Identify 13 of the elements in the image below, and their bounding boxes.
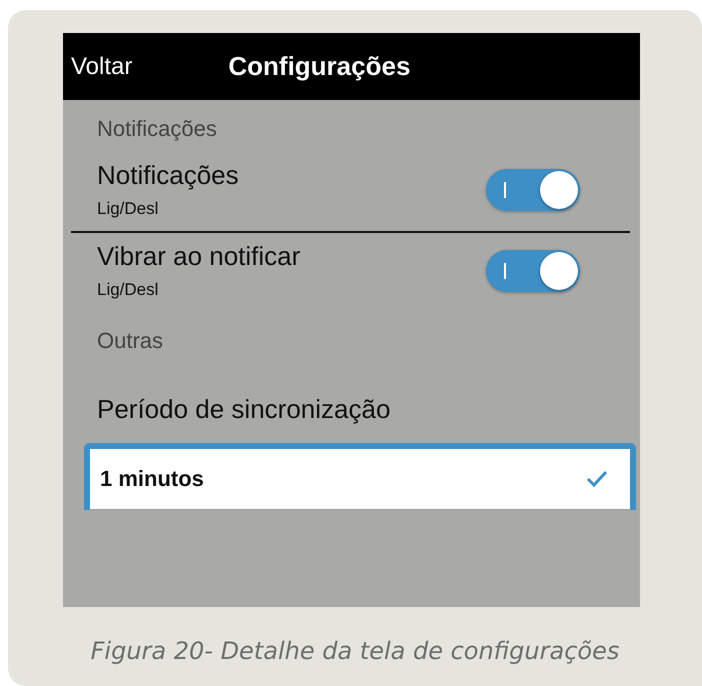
setting-sublabel: Lig/Desl	[97, 280, 158, 300]
figure-caption: Figura 20- Detalhe da tela de configurações	[90, 637, 620, 665]
setting-label: Período de sincronização	[97, 394, 392, 425]
toggle-switch[interactable]	[486, 168, 580, 210]
section-title: Notificações	[97, 116, 218, 142]
setting-label: Vibrar ao notificar	[97, 241, 300, 272]
option-item[interactable]: 1 minutos	[100, 466, 204, 492]
toggle-switch[interactable]	[486, 250, 580, 292]
screen-title: Configurações	[228, 51, 410, 82]
section-title: Outras	[97, 328, 164, 354]
back-button[interactable]: Voltar	[71, 52, 132, 80]
setting-sublabel: Lig/Desl	[97, 199, 158, 219]
setting-label: Notificações	[97, 160, 239, 191]
